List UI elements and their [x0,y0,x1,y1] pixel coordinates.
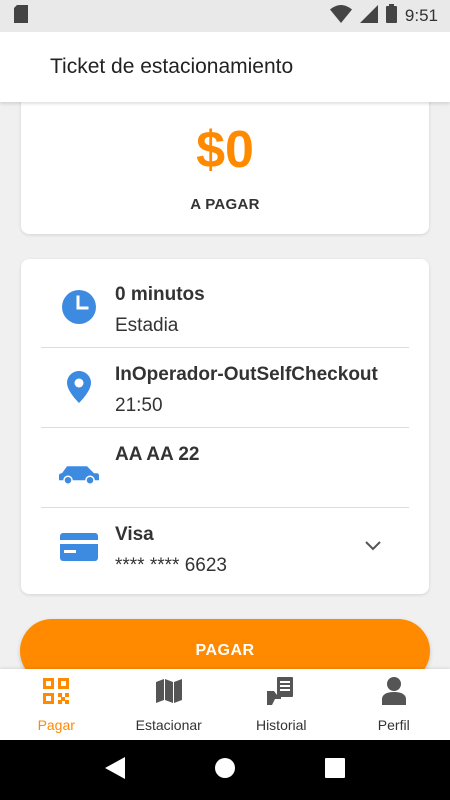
location-pin-icon [59,367,99,407]
location-name: InOperador-OutSelfCheckout [115,364,378,385]
page-title: Ticket de estacionamiento [50,55,294,78]
nav-label-estacionar: Estacionar [135,717,202,733]
nav-item-perfil[interactable]: Perfil [338,669,450,740]
nav-label-perfil: Perfil [377,717,410,733]
history-receipt-icon [267,677,295,705]
nav-label-pagar: Pagar [37,717,75,733]
amount-card: $0 A PAGAR [21,96,429,234]
license-plate: AA AA 22 [115,444,200,465]
nav-label-historial: Historial [255,717,307,733]
duration-label: Estadia [115,315,179,336]
amount-value: $0 [196,121,254,179]
car-icon [59,454,99,494]
app-bar: Ticket de estacionamiento [0,32,450,102]
user-icon [380,677,408,705]
amount-label: A PAGAR [190,196,260,213]
payment-method-row[interactable]: Visa **** **** 6623 [41,507,409,587]
back-icon[interactable] [104,756,125,784]
home-icon[interactable] [214,757,236,784]
duration-value: 0 minutos [115,284,205,305]
battery-icon [385,4,397,28]
location-row: InOperador-OutSelfCheckout 21:50 [41,347,409,427]
card-number: **** **** 6623 [115,555,227,576]
status-time: 9:51 [404,6,438,25]
entry-time: 21:50 [115,395,163,416]
system-nav-bar [0,740,450,800]
ticket-details-card: 0 minutos Estadia InOperador-OutSelfChec… [21,259,429,594]
chevron-down-icon[interactable] [365,538,381,556]
qr-code-icon [42,677,70,705]
credit-card-icon [59,527,99,567]
clock-icon [59,287,99,327]
sd-card-icon [14,4,28,28]
wifi-icon [329,4,352,28]
status-bar: 9:51 [0,0,450,32]
nav-item-pagar[interactable]: Pagar [0,669,113,740]
bottom-nav: Pagar Estacionar Historial Perfil [0,669,450,740]
nav-item-estacionar[interactable]: Estacionar [113,669,226,740]
signal-icon [359,4,378,28]
map-icon [155,677,183,705]
nav-item-historial[interactable]: Historial [225,669,338,740]
recents-icon[interactable] [325,757,346,783]
duration-row: 0 minutos Estadia [41,267,409,347]
vehicle-row: AA AA 22 [41,427,409,507]
card-brand: Visa [115,524,154,545]
